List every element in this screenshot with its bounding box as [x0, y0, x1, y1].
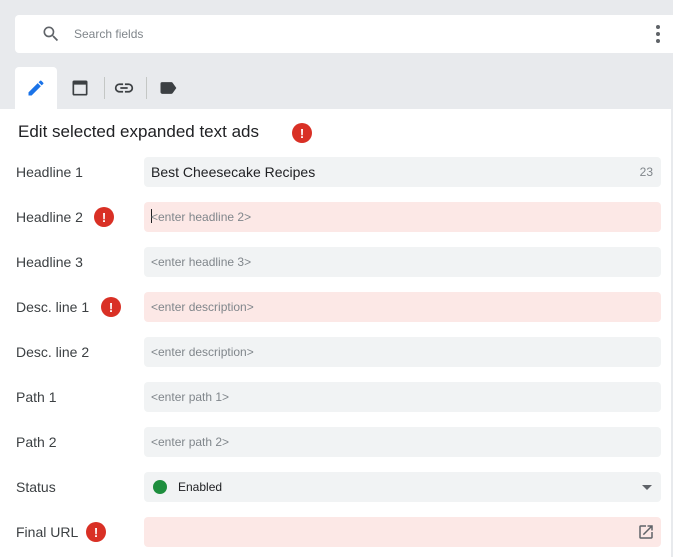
final-url-label: Final URL: [16, 524, 79, 540]
desc1-input[interactable]: [151, 292, 621, 322]
pencil-icon: [28, 80, 44, 96]
edit-panel: Edit selected expanded text ads ! Headli…: [0, 109, 673, 557]
error-icon: !: [94, 207, 114, 227]
headline3-input[interactable]: [151, 247, 621, 277]
error-icon: !: [86, 522, 106, 542]
headline2-label: Headline 2: [16, 209, 83, 225]
status-label: Status: [16, 479, 56, 495]
error-icon: !: [292, 123, 312, 143]
headline1-field[interactable]: 23: [144, 157, 661, 187]
headline3-label: Headline 3: [16, 254, 83, 270]
path1-label: Path 1: [16, 389, 57, 405]
tab-edit[interactable]: [15, 67, 57, 109]
open-in-new-icon[interactable]: [637, 523, 655, 541]
status-dropdown[interactable]: Enabled: [144, 472, 661, 502]
page-title: Edit selected expanded text ads: [18, 122, 259, 141]
desc1-label: Desc. line 1: [16, 299, 90, 315]
status-value: Enabled: [178, 480, 223, 494]
link-icon: [114, 83, 134, 93]
desc2-input[interactable]: [151, 337, 621, 367]
more-vert-icon[interactable]: [652, 23, 664, 45]
desc2-field[interactable]: [144, 337, 661, 367]
desc1-field[interactable]: [144, 292, 661, 322]
status-dot-icon: [153, 480, 167, 494]
character-counter: 23: [639, 165, 653, 179]
search-icon[interactable]: [41, 24, 61, 44]
window-icon: [72, 80, 88, 96]
label-icon: [160, 82, 177, 94]
tab-link[interactable]: [103, 67, 145, 109]
tab-label[interactable]: [147, 67, 189, 109]
headline2-input[interactable]: [151, 202, 621, 232]
path2-field[interactable]: [144, 427, 661, 457]
headline2-field[interactable]: [144, 202, 661, 232]
search-bar: [15, 15, 673, 53]
desc2-label: Desc. line 2: [16, 344, 90, 360]
path2-input[interactable]: [151, 427, 621, 457]
final-url-input[interactable]: [151, 517, 611, 547]
headline1-label: Headline 1: [16, 164, 83, 180]
error-icon: !: [101, 297, 121, 317]
dropdown-arrow-icon: [642, 485, 652, 490]
tab-window[interactable]: [59, 67, 101, 109]
headline3-field[interactable]: [144, 247, 661, 277]
final-url-field[interactable]: [144, 517, 661, 547]
path1-field[interactable]: [144, 382, 661, 412]
path1-input[interactable]: [151, 382, 621, 412]
tab-bar: [15, 67, 673, 109]
search-input[interactable]: [74, 25, 594, 43]
headline1-input[interactable]: [151, 157, 621, 187]
path2-label: Path 2: [16, 434, 57, 450]
